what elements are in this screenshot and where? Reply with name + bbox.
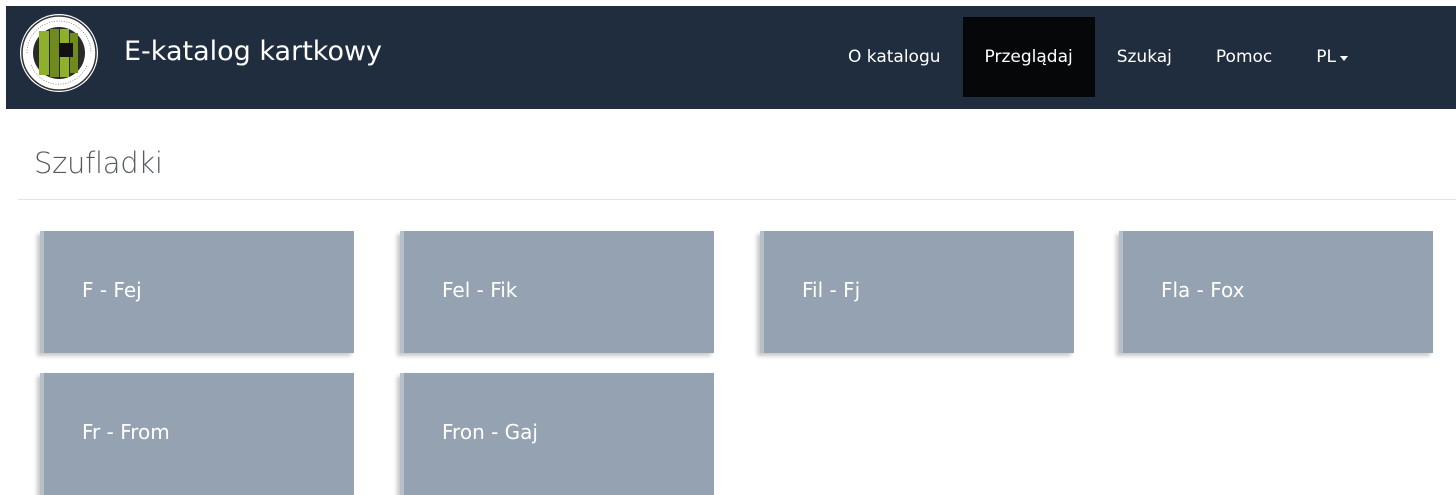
drawer-label: Fel - Fik xyxy=(442,278,518,302)
app-title[interactable]: E-katalog kartkowy xyxy=(124,36,382,67)
nav-browse[interactable]: Przeglądaj xyxy=(962,17,1095,97)
drawer-tile[interactable]: Fron - Gaj xyxy=(400,373,714,495)
top-navbar: E-katalog kartkowy O katalogu Przeglądaj… xyxy=(6,6,1456,109)
language-dropdown[interactable]: PL xyxy=(1294,17,1352,97)
nav-about[interactable]: O katalogu xyxy=(826,17,963,97)
drawer-tile[interactable]: Fr - From xyxy=(40,373,354,495)
nav-search[interactable]: Szukaj xyxy=(1095,17,1194,97)
drawer-tile[interactable]: Fla - Fox xyxy=(1119,231,1433,353)
library-logo[interactable] xyxy=(19,13,99,93)
caret-down-icon xyxy=(1340,55,1348,61)
language-label: PL xyxy=(1316,47,1336,67)
drawer-tile[interactable]: F - Fej xyxy=(40,231,354,353)
drawer-tile[interactable]: Fel - Fik xyxy=(400,231,714,353)
drawer-label: Fron - Gaj xyxy=(442,420,538,444)
drawer-label: Fla - Fox xyxy=(1161,278,1245,302)
drawer-label: Fr - From xyxy=(82,420,170,444)
drawer-label: F - Fej xyxy=(82,278,142,302)
main-nav: O katalogu Przeglądaj Szukaj Pomoc PL xyxy=(826,17,1352,97)
drawer-label: Fil - Fj xyxy=(802,278,861,302)
divider xyxy=(18,199,1456,200)
nav-help[interactable]: Pomoc xyxy=(1194,17,1294,97)
drawer-tile[interactable]: Fil - Fj xyxy=(760,231,1074,353)
page-title: Szufladki xyxy=(34,146,163,180)
